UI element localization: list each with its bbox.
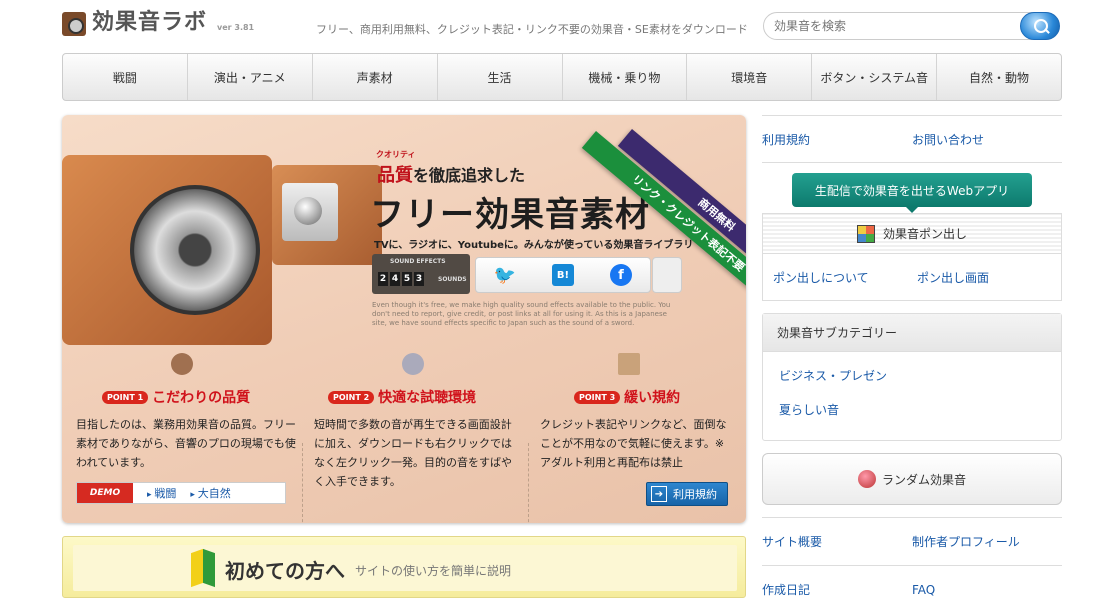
search-button[interactable] [1020,12,1060,40]
divider [528,443,529,523]
point-body: 目指したのは、業務用効果音の品質。フリー素材でありながら、音響のプロの現場でも使… [76,418,296,469]
trumpet-icon [171,353,193,375]
quality-rest: を徹底追求した [413,166,526,185]
link-diary[interactable]: 作成日記 [762,581,912,598]
english-description: Even though it's free, we make high qual… [372,301,671,327]
pon-app-button[interactable]: 生配信で効果音を出せるWebアプリ [792,173,1032,213]
divider [302,443,303,523]
counter-digit: 5 [402,272,412,286]
nav-item-voice[interactable]: 声素材 [313,54,438,100]
subcategory-link-summer[interactable]: 夏らしい音 [763,392,1061,426]
mouse-icon [402,353,424,375]
link-site-overview[interactable]: サイト概要 [762,533,912,550]
random-icon [857,470,876,488]
counter-label: SOUND EFFECTS [390,258,446,265]
point-listening: POINT 2 快適な試聴環境 短時間で多数の音が再生できる画面設計に加え、ダウ… [314,353,534,523]
sidebar: 利用規約 お問い合わせ 生配信で効果音を出せるWebアプリ 効果音ポン出し ポン… [762,115,1062,597]
point-body: クレジット表記やリンクなど、面倒なことが不用なので気軽に使えます。※アダルト利用… [540,418,727,469]
point-title: 快適な試聴環境 [378,390,477,406]
banner-subtitle: サイトの使い方を簡単に説明 [355,564,512,578]
link-creator-profile[interactable]: 制作者プロフィール [912,533,1062,550]
sidebar-footer-links: サイト概要 制作者プロフィール 作成日記 FAQ [762,517,1062,600]
terms-button[interactable]: ➔ 利用規約 [646,482,728,506]
speaker-illustration [62,155,272,345]
pon-title: 効果音ポン出し [882,227,967,241]
point-heading: POINT 3 緩い規約 [574,387,680,407]
hero-panel: クオリティ 品質を徹底追求した フリー効果音素材 TVに、ラジオに、Youtub… [62,115,746,523]
search-box [763,12,1060,40]
facebook-icon[interactable]: f [610,264,632,286]
small-speaker-illustration [272,165,382,265]
nav-item-nature[interactable]: 自然・動物 [937,54,1061,100]
hatena-bookmark-icon[interactable]: B! [552,264,574,286]
nav-item-life[interactable]: 生活 [438,54,563,100]
category-nav: 戦闘 演出・アニメ 声素材 生活 機械・乗り物 環境音 ボタン・システム音 自然… [62,53,1062,101]
speaker-logo-icon [62,12,86,36]
counter-digits: 2 4 5 3 [378,272,424,286]
demo-bar: DEMO 戦闘 大自然 [76,482,286,504]
quality-emphasis: 品質 [377,165,413,186]
pon-box: 効果音ポン出し ポン出しについて ポン出し画面 [762,213,1062,301]
counter-digit: 3 [414,272,424,286]
counter-unit: SOUNDS [438,276,467,283]
site-logo[interactable]: 効果音ラボ ver 3.81 [62,10,254,36]
pon-link-screen[interactable]: ポン出し画面 [917,269,1061,286]
point-heading: POINT 2 快適な試聴環境 [328,387,476,407]
quality-ruby: クオリティ [376,150,416,159]
point-heading: POINT 1 こだわりの品質 [102,387,250,407]
demo-badge: DEMO [77,483,133,503]
beginner-banner[interactable]: 初めての方へ サイトの使い方を簡単に説明 [62,536,746,598]
footer-row: 作成日記 FAQ [762,565,1062,600]
corner-ribbons: 商用無料 リンク・クレジット表記不要 [581,125,746,315]
sidebar-link-terms[interactable]: 利用規約 [762,131,912,148]
pon-heading: 効果音ポン出し [763,214,1061,254]
beginner-mark-icon [191,548,217,589]
demo-link-nature[interactable]: 大自然 [190,485,231,501]
quality-line: 品質を徹底追求した [377,161,525,187]
tagline: フリー、商用利用無料、クレジット表記・リンク不要の効果音・SE素材をダウンロード [316,23,748,36]
point-body: 短時間で多数の音が再生できる画面設計に加え、ダウンロードも右クリックではなく左ク… [314,418,512,488]
version-label: ver 3.81 [217,23,255,32]
point-title: こだわりの品質 [152,390,251,406]
counter-digit: 4 [390,272,400,286]
random-sound-button[interactable]: ランダム効果音 [762,453,1062,505]
share-buttons: 🐦 B! f [475,257,651,293]
search-input[interactable] [774,17,1014,35]
subcategory-box: 効果音サブカテゴリー ビジネス・プレゼン 夏らしい音 [762,313,1062,441]
arrow-right-icon: ➔ [651,486,667,502]
footer-row: サイト概要 制作者プロフィール [762,517,1062,565]
point-badge: POINT 2 [328,390,375,404]
header: 効果音ラボ ver 3.81 フリー、商用利用無料、クレジット表記・リンク不要の… [0,0,1109,50]
banner-inner: 初めての方へ サイトの使い方を簡単に説明 [73,545,737,591]
signature-icon [652,257,682,293]
nav-item-battle[interactable]: 戦闘 [63,54,188,100]
counter-digit: 2 [378,272,388,286]
subcategory-link-business[interactable]: ビジネス・プレゼン [763,358,1061,392]
nav-item-machine[interactable]: 機械・乗り物 [563,54,688,100]
nav-item-anime[interactable]: 演出・アニメ [188,54,313,100]
document-icon [618,353,640,375]
nav-item-environment[interactable]: 環境音 [687,54,813,100]
pon-link-about[interactable]: ポン出しについて [773,269,917,286]
sidebar-top-links: 利用規約 お問い合わせ [762,115,1062,163]
point-badge: POINT 1 [102,390,149,404]
point-title: 緩い規約 [624,390,681,406]
point-badge: POINT 3 [574,390,621,404]
terms-button-label: 利用規約 [673,488,717,501]
demo-link-battle[interactable]: 戦闘 [147,485,176,501]
banner-title: 初めての方へ [225,559,345,583]
subcategory-title: 効果音サブカテゴリー [763,314,1061,352]
pon-links: ポン出しについて ポン出し画面 [763,254,1061,300]
logo-text: 効果音ラボ [92,10,208,35]
nav-item-button-system[interactable]: ボタン・システム音 [812,54,938,100]
sound-counter: SOUND EFFECTS 2 4 5 3 SOUNDS [372,254,470,294]
twitter-icon[interactable]: 🐦 [494,264,516,286]
sidebar-link-contact[interactable]: お問い合わせ [912,131,1062,148]
grid-app-icon [856,224,875,243]
link-faq[interactable]: FAQ [912,583,1062,597]
random-sound-label: ランダム効果音 [881,472,966,487]
